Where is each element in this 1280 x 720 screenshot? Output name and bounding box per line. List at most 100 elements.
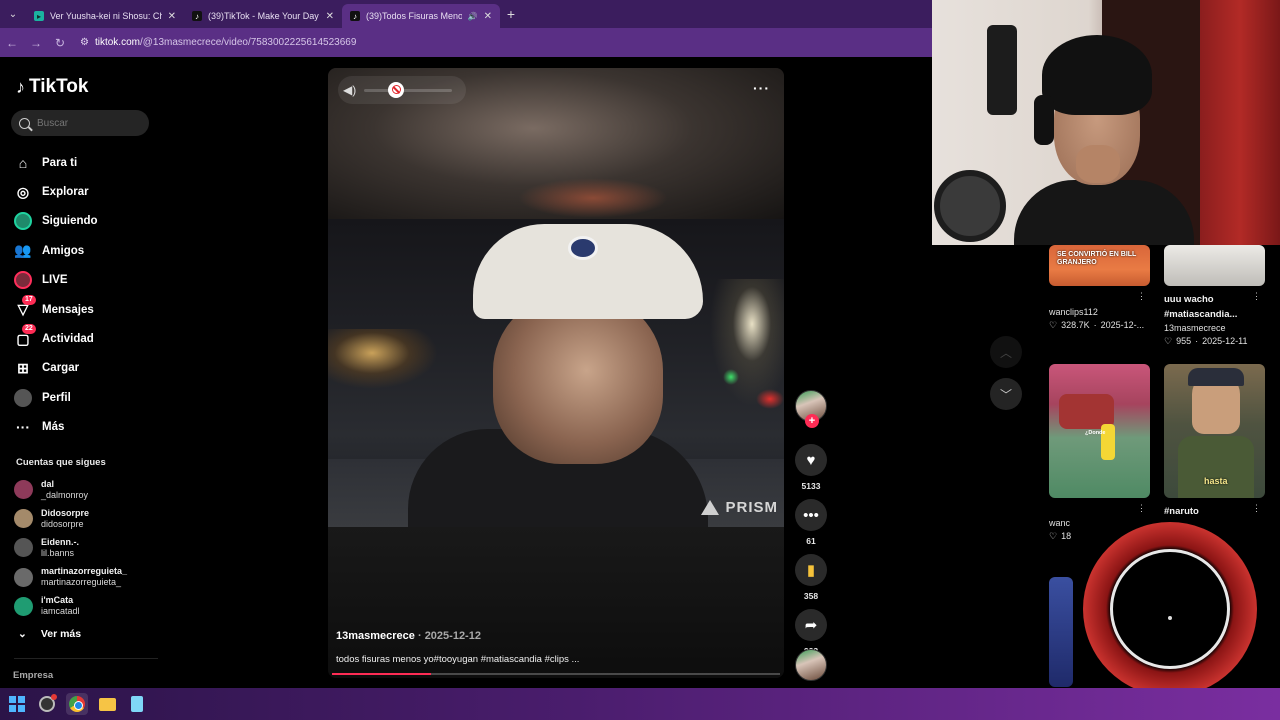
nav-mensajes[interactable]: ▽ 17 Mensajes xyxy=(14,294,154,324)
friends-icon: 👥 xyxy=(14,242,32,259)
following-item[interactable]: dal _dalmonroy xyxy=(14,475,154,504)
card-title[interactable]: uuu wacho #matiascandia... xyxy=(1164,292,1265,322)
nav-para-ti[interactable]: ⌂ Para ti xyxy=(14,148,154,177)
card-meta: ♡ 328.7K · 2025-12-... xyxy=(1049,320,1145,330)
chevron-down-icon: ﹀ xyxy=(999,387,1012,402)
url-path: /@13masmecrece/video/7583002225614523669 xyxy=(139,37,357,48)
recommendation-card[interactable]: SE CONVIRTIÓ EN BILL GRANJERO ⋮ wanclips… xyxy=(1049,245,1150,331)
new-tab-button[interactable]: + xyxy=(500,6,522,22)
author-name[interactable]: 13masmecrece xyxy=(336,630,415,642)
following-handle: didosorpre xyxy=(41,518,84,529)
company-link[interactable]: Empresa xyxy=(13,670,53,681)
like-count: 5133 xyxy=(801,481,821,491)
video-author[interactable]: 13masmecrece · 2025-12-12 xyxy=(336,630,481,642)
reload-button[interactable]: ↻ xyxy=(48,36,72,50)
browser-tab-bar: ⌄ ▸ Ver Yuusha-kei ni Shosu: Choub ✕ ♪ (… xyxy=(0,0,932,28)
card-views: 18 xyxy=(1061,531,1072,541)
see-more-button[interactable]: ⌄ Ver más xyxy=(18,628,81,640)
video-description[interactable]: todos fisuras menos yo#tooyugan #matiasc… xyxy=(336,654,579,665)
close-icon[interactable]: ✕ xyxy=(326,11,334,22)
recommendation-card[interactable]: hasta ⋮ #naruto xyxy=(1164,364,1265,519)
search-box[interactable] xyxy=(11,110,149,136)
audio-playing-icon[interactable]: 🔊 xyxy=(468,12,478,21)
back-button[interactable]: ← xyxy=(0,36,24,50)
more-icon[interactable]: ⋮ xyxy=(1137,503,1146,514)
tab-title: Ver Yuusha-kei ni Shosu: Choub xyxy=(50,11,162,21)
comment-icon[interactable]: ••• xyxy=(795,499,827,531)
video-thumbnail[interactable]: hasta xyxy=(1164,364,1265,498)
card-user[interactable]: wanc xyxy=(1049,518,1150,528)
prism-watermark: PRISM xyxy=(701,499,778,516)
video-thumbnail[interactable]: ¿Donde xyxy=(1049,364,1150,498)
close-icon[interactable]: ✕ xyxy=(168,11,176,22)
card-title[interactable]: #naruto xyxy=(1164,504,1265,519)
video-thumbnail[interactable]: SE CONVIRTIÓ EN BILL GRANJERO xyxy=(1049,245,1150,286)
close-icon[interactable]: ✕ xyxy=(484,11,492,22)
more-icon[interactable]: ⋮ xyxy=(1252,291,1261,302)
recommendation-card[interactable]: ¿Donde ⋮ wanc ♡ 18 xyxy=(1049,364,1150,542)
author-avatar[interactable]: + xyxy=(795,390,827,428)
more-options-button[interactable]: ··· xyxy=(753,80,770,96)
obs-icon xyxy=(39,694,57,712)
nav-siguiendo[interactable]: Siguiendo xyxy=(14,207,154,236)
more-icon[interactable]: ⋮ xyxy=(1252,503,1261,514)
heart-icon[interactable]: ♥ xyxy=(795,444,827,476)
more-icon[interactable]: ⋮ xyxy=(1137,291,1146,302)
speaker-icon[interactable]: ◀) xyxy=(343,83,356,97)
video-thumbnail[interactable] xyxy=(1049,577,1073,687)
browser-tab-2[interactable]: ♪ (39)TikTok - Make Your Day ✕ xyxy=(184,4,342,28)
video-frame: PRISM xyxy=(328,219,784,527)
home-icon: ⌂ xyxy=(18,154,28,171)
search-input[interactable] xyxy=(37,117,137,129)
nav-amigos[interactable]: 👥 Amigos xyxy=(14,236,154,265)
recommendation-card[interactable] xyxy=(1049,577,1073,687)
nav-explorar[interactable]: ◎ Explorar xyxy=(14,177,154,206)
next-video-button[interactable]: ﹀ xyxy=(990,378,1022,410)
notepad-icon xyxy=(131,696,143,712)
file-explorer-button[interactable] xyxy=(96,693,118,715)
nav-cargar[interactable]: ⊞ Cargar xyxy=(14,354,154,383)
tiktok-favicon-icon: ♪ xyxy=(350,11,360,21)
like-action[interactable]: ♥ 5133 xyxy=(793,444,829,491)
recommendation-card[interactable]: ⋮ uuu wacho #matiascandia... 13masmecrec… xyxy=(1164,245,1265,347)
following-item[interactable]: Didosorpre didosorpre xyxy=(14,504,154,533)
following-item[interactable]: Eidenn.-. lil.banns xyxy=(14,533,154,562)
volume-slider[interactable] xyxy=(364,81,453,98)
video-player[interactable]: PRISM ◀) ··· 13masmecrece · 2025-12-12 t… xyxy=(328,68,784,678)
tiktok-logo[interactable]: ♪ TikTok xyxy=(16,76,88,98)
previous-video-button[interactable]: ︿ xyxy=(990,336,1022,368)
browser-tab-1[interactable]: ▸ Ver Yuusha-kei ni Shosu: Choub ✕ xyxy=(26,4,184,28)
nav-actividad[interactable]: ▢ 22 Actividad xyxy=(14,324,154,353)
nav-perfil[interactable]: Perfil xyxy=(14,383,154,412)
share-icon[interactable]: ➦ xyxy=(795,609,827,641)
card-user[interactable]: wanclips112 xyxy=(1049,307,1150,317)
card-user[interactable]: 13masmecrece xyxy=(1164,323,1265,333)
comment-action[interactable]: ••• 61 xyxy=(793,499,829,546)
avatar xyxy=(14,567,33,587)
bookmark-icon[interactable]: ▮ xyxy=(795,554,827,586)
windows-taskbar xyxy=(0,688,1280,720)
forward-button[interactable]: → xyxy=(24,36,48,50)
obs-app-button[interactable] xyxy=(36,693,58,715)
browser-tab-3[interactable]: ♪ (39)Todos Fisuras Menos Yo 🔊 ✕ xyxy=(342,4,500,28)
follow-plus-icon[interactable]: + xyxy=(805,414,819,428)
following-name: Didosorpre xyxy=(41,507,90,518)
following-item[interactable]: i'mCata iamcatadl xyxy=(14,592,154,621)
chrome-app-button[interactable] xyxy=(66,693,88,715)
following-item[interactable]: martinazorreguieta_ martinazorreguieta_ xyxy=(14,563,154,592)
nav-live[interactable]: LIVE xyxy=(14,266,154,295)
nav-mas[interactable]: ··· Más xyxy=(14,413,154,442)
video-progress-bar[interactable] xyxy=(332,673,780,675)
site-info-icon[interactable]: ⚙ xyxy=(80,37,89,48)
tab-search-button[interactable]: ⌄ xyxy=(0,0,26,28)
logo-text: TikTok xyxy=(29,76,89,97)
url-field[interactable]: ⚙ tiktok.com/@13masmecrece/video/7583002… xyxy=(80,32,900,54)
save-action[interactable]: ▮ 358 xyxy=(793,554,829,601)
next-author-avatar[interactable] xyxy=(795,649,827,681)
avatar xyxy=(14,480,33,500)
start-button[interactable] xyxy=(6,693,28,715)
volume-knob[interactable] xyxy=(388,81,405,98)
notepad-button[interactable] xyxy=(126,693,148,715)
volume-control[interactable]: ◀) xyxy=(338,76,466,104)
video-thumbnail[interactable] xyxy=(1164,245,1265,286)
